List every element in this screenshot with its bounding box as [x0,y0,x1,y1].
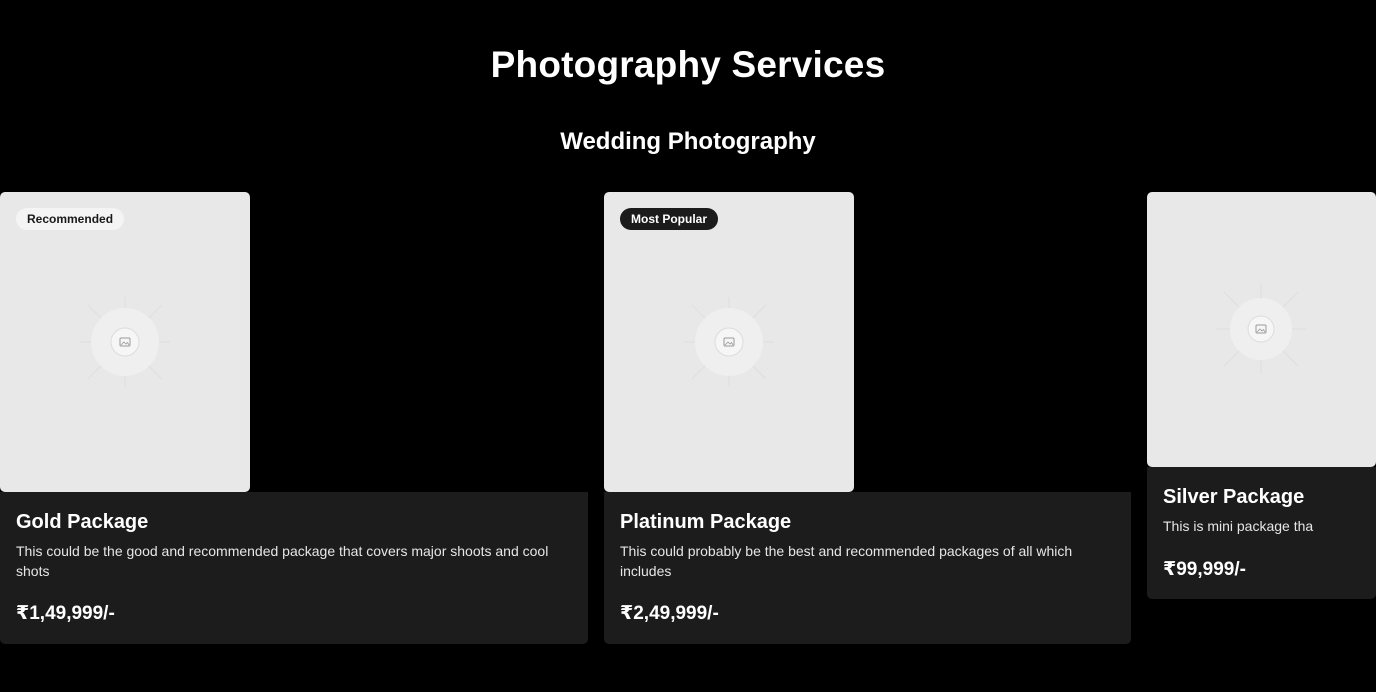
package-card-silver[interactable]: Silver Package This is mini package tha … [1147,192,1376,599]
package-details: Platinum Package This could probably be … [604,492,1131,644]
image-placeholder-icon [1216,284,1306,374]
package-image: Most Popular [604,192,854,492]
package-details: Silver Package This is mini package tha … [1147,467,1376,599]
image-placeholder-icon [684,297,774,387]
package-title: Silver Package [1163,486,1305,508]
package-details: Gold Package This could be the good and … [0,492,588,644]
package-card-gold[interactable]: Recommended Gold Package This could be t… [0,192,588,644]
services-page: Photography Services Wedding Photography… [0,0,1376,692]
package-image [1147,192,1376,467]
package-description: This could be the good and recommended p… [16,543,549,579]
package-price: ₹1,49,999/- [16,603,115,624]
package-title: Gold Package [16,511,149,533]
image-placeholder-icon [80,297,170,387]
package-description: This could probably be the best and reco… [620,543,1073,579]
package-description: This is mini package tha [1163,518,1314,534]
package-image: Recommended [0,192,250,492]
package-price: ₹99,999/- [1163,559,1246,580]
recommended-badge: Recommended [16,208,125,230]
section-title: Wedding Photography [560,128,816,155]
page-title: Photography Services [490,44,886,85]
package-title: Platinum Package [620,511,792,533]
most-popular-badge: Most Popular [620,208,719,230]
package-card-platinum[interactable]: Most Popular Platinum Package This could… [604,192,1131,644]
package-price: ₹2,49,999/- [620,603,719,624]
